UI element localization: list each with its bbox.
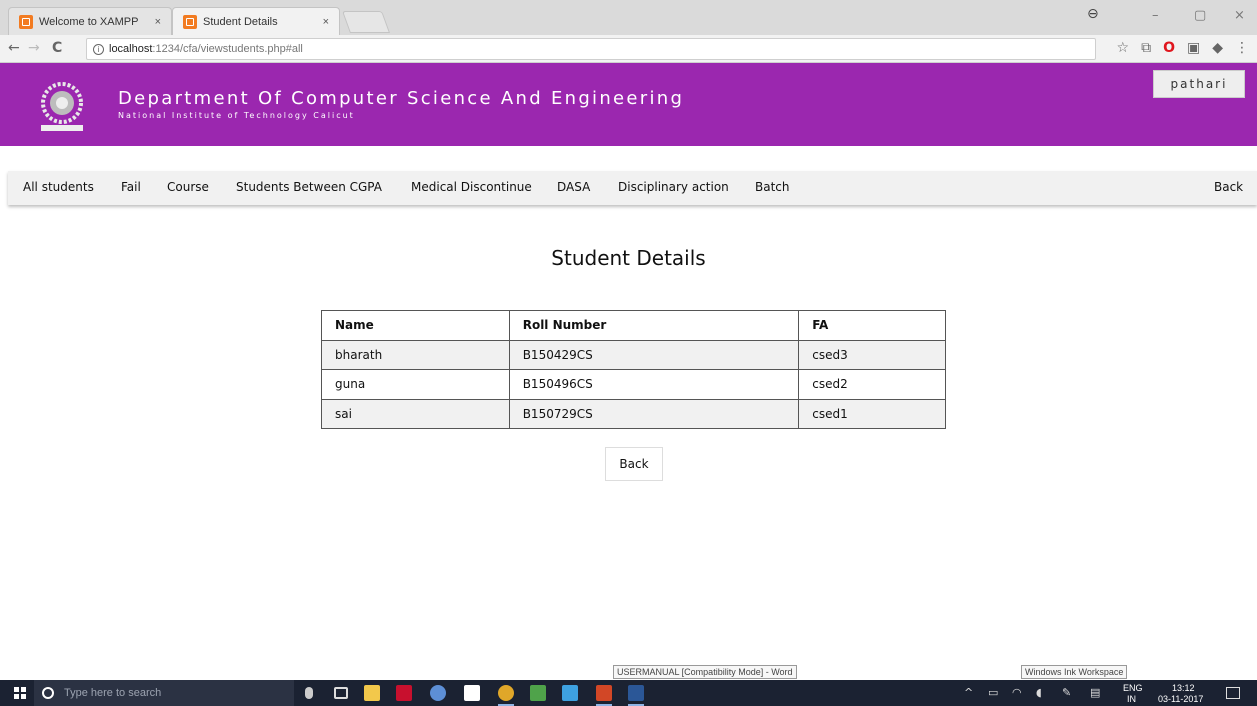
language-indicator[interactable]: ENG [1123, 683, 1143, 693]
table-header-row: Name Roll Number FA [321, 310, 946, 341]
chrome-icon[interactable] [498, 685, 514, 706]
tab-close-icon[interactable]: × [323, 16, 329, 28]
file-explorer-icon[interactable] [364, 685, 380, 701]
browser-tabstrip: Welcome to XAMPP × Student Details × ⊖ –… [0, 0, 1257, 35]
region-indicator[interactable]: IN [1127, 694, 1136, 704]
department-title: Department Of Computer Science And Engin… [118, 88, 685, 109]
cell-roll-number: B150729CS [508, 398, 800, 429]
powerpoint-icon[interactable] [596, 685, 612, 706]
address-bar: ← → C i localhost:1234/cfa/viewstudents.… [0, 35, 1257, 63]
browser-app-icon[interactable] [430, 685, 446, 701]
cortana-icon [42, 687, 54, 699]
app-icon[interactable] [562, 685, 578, 701]
tab-title: Student Details [203, 15, 278, 28]
wifi-icon[interactable]: ◠ [1012, 686, 1022, 699]
menu-item-students-between-cgpa[interactable]: Students Between CGPA [236, 180, 382, 194]
action-center-icon[interactable] [1226, 687, 1240, 699]
clock-date[interactable]: 03-11-2017 [1158, 694, 1203, 704]
windows-start-icon[interactable] [14, 687, 26, 699]
word-tooltip: USERMANUAL [Compatibility Mode] - Word [613, 665, 797, 679]
cell-name: sai [321, 398, 510, 429]
column-header-fa: FA [798, 310, 946, 341]
xampp-favicon-icon [183, 14, 197, 29]
students-table: Name Roll Number FA bharath B150429CS cs… [321, 310, 946, 429]
column-header-name: Name [321, 310, 510, 341]
battery-icon[interactable]: ▭ [988, 686, 998, 699]
reload-icon[interactable]: C [52, 40, 62, 56]
cell-name: guna [321, 369, 510, 400]
maximize-icon[interactable]: ▢ [1194, 8, 1206, 23]
menu-item-fail[interactable]: Fail [121, 180, 141, 194]
bookmark-star-icon[interactable]: ☆ [1117, 40, 1130, 56]
cell-roll-number: B150429CS [508, 339, 800, 370]
pen-icon[interactable]: ✎ [1062, 686, 1071, 699]
task-view-icon[interactable] [334, 687, 348, 699]
word-icon[interactable] [628, 685, 644, 706]
table-row: bharath B150429CS csed3 [321, 339, 946, 370]
menu-item-batch[interactable]: Batch [755, 180, 790, 194]
cell-fa: csed1 [798, 398, 946, 429]
cell-roll-number: B150496CS [508, 369, 800, 400]
tab-welcome-xampp[interactable]: Welcome to XAMPP × [8, 7, 172, 35]
institute-subtitle: National Institute of Technology Calicut [118, 111, 355, 120]
cell-fa: csed2 [798, 369, 946, 400]
extension-icon[interactable]: ◆ [1212, 40, 1223, 56]
search-placeholder: Type here to search [64, 687, 162, 699]
ink-workspace-tooltip: Windows Ink Workspace [1021, 665, 1128, 679]
menu-back-link[interactable]: Back [1214, 180, 1243, 194]
opera-icon[interactable]: O [1163, 40, 1175, 56]
profile-icon[interactable]: ⊖ [1087, 6, 1099, 22]
nav-menu: All students Fail Course Students Betwee… [8, 171, 1257, 205]
tab-title: Welcome to XAMPP [39, 15, 139, 28]
cell-fa: csed3 [798, 339, 946, 370]
url-path: :1234/cfa/viewstudents.php#all [152, 43, 303, 55]
xampp-favicon-icon [19, 14, 33, 29]
cell-name: bharath [321, 339, 510, 370]
new-tab-button[interactable] [341, 11, 391, 33]
microphone-icon[interactable] [305, 687, 313, 699]
clock-time[interactable]: 13:12 [1172, 683, 1195, 693]
tab-close-icon[interactable]: × [155, 16, 161, 28]
menu-item-medical-discontinue[interactable]: Medical Discontinue [411, 180, 532, 194]
extension-icon[interactable]: ▣ [1187, 40, 1200, 56]
minimize-icon[interactable]: – [1152, 8, 1159, 23]
back-arrow-icon[interactable]: ← [8, 40, 20, 56]
tab-student-details[interactable]: Student Details × [172, 7, 340, 35]
table-row: sai B150729CS csed1 [321, 398, 946, 429]
windows-taskbar: Type here to search ^ ▭ ◠ ◖ ✎ ▤ ENG IN 1… [0, 680, 1257, 706]
back-button[interactable]: Back [605, 447, 663, 481]
user-button[interactable]: pathari [1153, 70, 1245, 98]
info-icon[interactable]: i [93, 43, 104, 55]
browser-menu-icon[interactable]: ⋮ [1235, 40, 1249, 56]
menu-item-course[interactable]: Course [167, 180, 209, 194]
tray-chevron-icon[interactable]: ^ [964, 686, 973, 699]
mcafee-icon[interactable] [396, 685, 412, 701]
keyboard-icon[interactable]: ▤ [1090, 686, 1100, 699]
volume-icon[interactable]: ◖ [1036, 686, 1042, 699]
site-header: Department Of Computer Science And Engin… [0, 63, 1257, 146]
paint-icon[interactable] [530, 685, 546, 701]
menu-item-dasa[interactable]: DASA [557, 180, 590, 194]
nitc-logo-icon [41, 82, 83, 131]
column-header-roll-number: Roll Number [508, 310, 800, 341]
cast-icon[interactable]: ⧉ [1141, 40, 1151, 56]
table-row: guna B150496CS csed2 [321, 369, 946, 400]
taskbar-search-input[interactable]: Type here to search [34, 680, 294, 706]
url-host: localhost [109, 43, 153, 55]
mail-icon[interactable] [464, 685, 480, 701]
forward-arrow-icon[interactable]: → [28, 40, 40, 56]
extension-icons: ☆ ⧉ O ▣ ◆ ⋮ [1117, 40, 1249, 56]
menu-item-all-students[interactable]: All students [23, 180, 94, 194]
menu-item-disciplinary-action[interactable]: Disciplinary action [618, 180, 729, 194]
url-input[interactable]: i localhost:1234/cfa/viewstudents.php#al… [86, 38, 1096, 60]
page-title: Student Details [551, 246, 706, 270]
close-window-icon[interactable]: × [1234, 8, 1245, 23]
